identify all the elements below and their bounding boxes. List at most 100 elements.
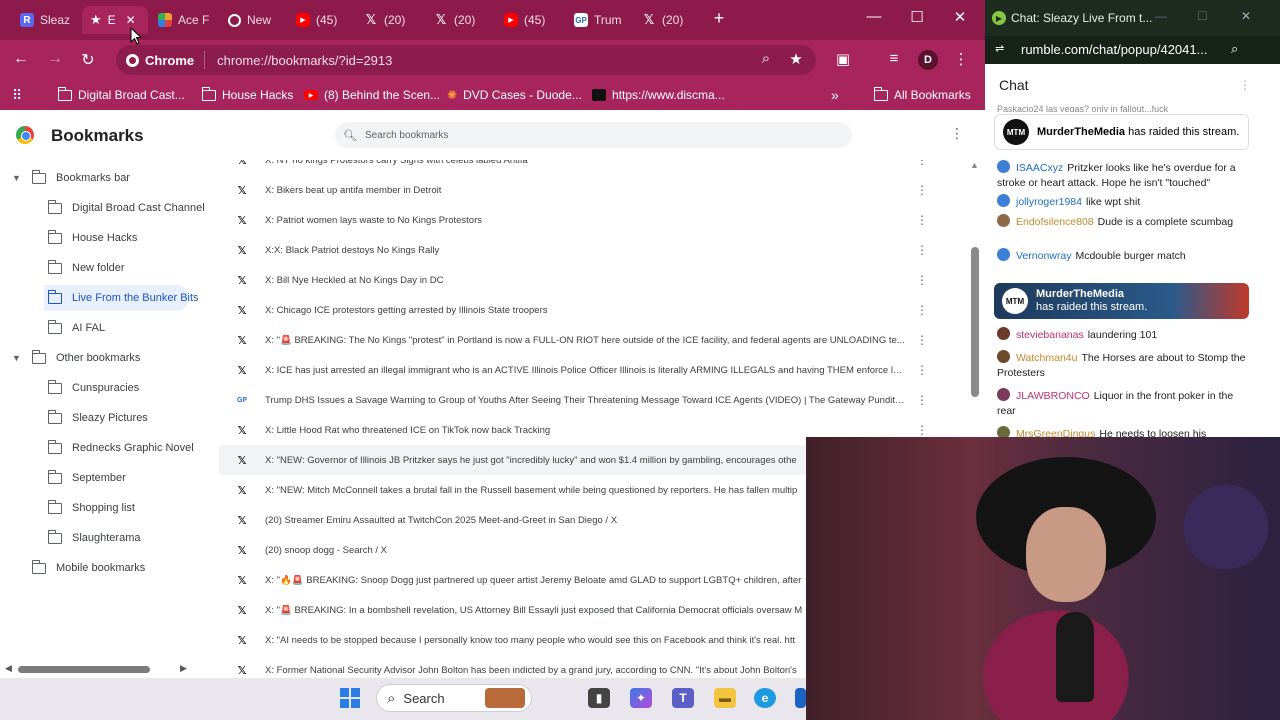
terminal-app-icon[interactable]: ▮ — [588, 688, 610, 708]
chat-username[interactable]: steviebananas — [1016, 329, 1084, 341]
search-icon[interactable]: ⌕ — [1231, 41, 1238, 57]
bookmark-discma[interactable]: https://www.discma... — [592, 86, 725, 104]
sidebar-scrollbar[interactable]: ◀ ▶ — [0, 662, 218, 676]
chat-username[interactable]: Endofsilence808 — [1016, 216, 1094, 228]
reload-button[interactable]: ↻ — [77, 50, 99, 70]
maximize-button[interactable]: ☐ — [905, 8, 929, 26]
tab-x-3[interactable]: 𝕏 (20) — [634, 6, 700, 34]
url-text: chrome://bookmarks/?id=2913 — [217, 52, 393, 68]
chat-username[interactable]: Watchman4u — [1016, 352, 1077, 364]
scroll-up-arrow[interactable]: ▲ — [970, 160, 979, 170]
bookmark-row[interactable]: 𝕏 X: Patriot women lays waste to No Kings… — [219, 205, 929, 235]
taskbar-search[interactable]: ⌕ Search — [376, 684, 532, 712]
tab-trump[interactable]: GP Trum — [566, 6, 632, 34]
back-button[interactable]: ← — [10, 50, 32, 68]
close-window-button[interactable]: ✕ — [1241, 9, 1251, 23]
apps-icon[interactable]: ⠿ — [12, 86, 22, 104]
sidebar-folder[interactable]: New folder — [0, 255, 210, 281]
more-actions-icon[interactable]: ⋮ — [916, 423, 928, 437]
more-actions-icon[interactable]: ⋮ — [916, 160, 928, 167]
sidebar-scroll-thumb[interactable] — [18, 666, 150, 673]
scroll-right-arrow[interactable]: ▶ — [180, 663, 187, 674]
sidebar-folder[interactable]: Live From the Bunker Bits — [44, 285, 199, 311]
bookmark-star-icon[interactable]: ★ — [785, 50, 807, 68]
bookmark-row[interactable]: 𝕏 X: NY no kings Protestors carry Signs w… — [219, 160, 929, 175]
copilot-app-icon[interactable]: ✦ — [630, 688, 652, 708]
chat-username[interactable]: JLAWBRONCO — [1016, 390, 1090, 402]
sidebar-folder[interactable]: Shopping list — [0, 495, 210, 521]
bookmark-row[interactable]: GP Trump DHS Issues a Savage Warning to G… — [219, 385, 929, 415]
organize-menu-icon[interactable]: ⋮ — [950, 125, 964, 142]
browser-toolbar: ← → ↻ Chrome chrome://bookmarks/?id=2913… — [0, 40, 985, 80]
sidebar-folder[interactable]: ▼ Other bookmarks — [0, 345, 210, 371]
more-actions-icon[interactable]: ⋮ — [916, 363, 928, 377]
more-actions-icon[interactable]: ⋮ — [916, 393, 928, 407]
bookmark-row[interactable]: 𝕏 X: "🚨 BREAKING: The No Kings "protest" … — [219, 325, 929, 355]
minimize-button[interactable]: — — [1155, 9, 1167, 23]
caret-down-icon[interactable]: ▼ — [12, 353, 22, 363]
search-bookmarks-input[interactable]: 🔍︎ Search bookmarks — [335, 122, 852, 148]
chat-menu-icon[interactable]: ⋮ — [1239, 78, 1251, 92]
bookmark-dvd-cases[interactable]: ✺ DVD Cases - Duode... — [447, 86, 582, 104]
tab-x-2[interactable]: 𝕏 (20) — [426, 6, 492, 34]
cast-icon[interactable]: ▣ — [832, 50, 854, 68]
chat-username[interactable]: ISAACxyz — [1016, 162, 1063, 174]
sidebar-folder[interactable]: Slaughterama — [0, 525, 210, 551]
tab-new[interactable]: New — [220, 6, 286, 34]
tab-youtube-1[interactable]: ▶ (45) — [288, 6, 354, 34]
menu-icon[interactable]: ⋮ — [950, 50, 972, 68]
close-window-button[interactable]: ✕ — [948, 8, 972, 26]
bookmark-house-hacks[interactable]: House Hacks — [201, 86, 293, 104]
sidebar-folder[interactable]: September — [0, 465, 210, 491]
windows-start-icon[interactable] — [340, 688, 360, 708]
media-icon[interactable]: ≡ — [883, 50, 905, 67]
tab-ace[interactable]: Ace F — [150, 6, 220, 34]
more-actions-icon[interactable]: ⋮ — [916, 183, 928, 197]
more-actions-icon[interactable]: ⋮ — [916, 213, 928, 227]
bookmark-behind-the-scenes[interactable]: ▶ (8) Behind the Scen... — [304, 86, 440, 104]
bookmark-digital-broad-cast[interactable]: Digital Broad Cast... — [57, 86, 185, 104]
sidebar-folder[interactable]: ▼ Bookmarks bar — [0, 165, 210, 191]
forward-button[interactable]: → — [44, 50, 66, 68]
sidebar-folder[interactable]: AI FAL — [0, 315, 210, 341]
maximize-button[interactable]: ☐ — [1197, 9, 1208, 23]
tab-x-1[interactable]: 𝕏 (20) — [356, 6, 422, 34]
sidebar-folder[interactable]: Cunspuracies — [0, 375, 210, 401]
sidebar-folder[interactable]: Mobile bookmarks — [0, 555, 210, 581]
chat-url-bar[interactable]: ⇌ rumble.com/chat/popup/42041... ⌕ — [985, 36, 1280, 64]
zoom-icon[interactable]: ⌕ — [755, 50, 777, 67]
more-actions-icon[interactable]: ⋮ — [916, 273, 928, 287]
sidebar-folder[interactable]: Rednecks Graphic Novel — [0, 435, 210, 461]
chat-username[interactable]: jollyroger1984 — [1016, 196, 1082, 208]
sidebar-folder[interactable]: House Hacks — [0, 225, 210, 251]
address-bar[interactable]: Chrome chrome://bookmarks/?id=2913 — [116, 45, 816, 75]
more-actions-icon[interactable]: ⋮ — [916, 243, 928, 257]
bookmark-row[interactable]: 𝕏 X: Bill Nye Heckled at No Kings Day in … — [219, 265, 929, 295]
file-explorer-icon[interactable]: ▬ — [714, 688, 736, 708]
list-scroll-thumb[interactable] — [971, 247, 979, 397]
bookmark-row[interactable]: 𝕏 X: Bikers beat up antifa member in Detr… — [219, 175, 929, 205]
tab-youtube-2[interactable]: ▶ (45) — [496, 6, 562, 34]
caret-down-icon[interactable]: ▼ — [12, 173, 22, 183]
bookmark-row[interactable]: 𝕏 X:X: Black Patriot destoys No Kings Ral… — [219, 235, 929, 265]
bookmark-title: X: "🚨 BREAKING: The No Kings "protest" i… — [265, 334, 905, 346]
teams-app-icon[interactable]: T — [672, 688, 694, 708]
more-actions-icon[interactable]: ⋮ — [916, 333, 928, 347]
close-tab-icon[interactable]: ✕ — [126, 13, 136, 27]
all-bookmarks-button[interactable]: All Bookmarks — [873, 86, 971, 104]
bookmark-row[interactable]: 𝕏 X: ICE has just arrested an illegal imm… — [219, 355, 929, 385]
profile-avatar[interactable]: D — [918, 50, 938, 70]
edge-app-icon[interactable]: e — [754, 688, 776, 708]
minimize-button[interactable]: — — [862, 8, 886, 25]
more-actions-icon[interactable]: ⋮ — [916, 303, 928, 317]
user-avatar-icon — [997, 388, 1010, 401]
new-tab-button[interactable]: + — [707, 8, 731, 29]
sidebar-folder[interactable]: Digital Broad Cast Channel — [0, 195, 210, 221]
tab-sleazy[interactable]: R Sleaz — [12, 6, 82, 34]
scroll-left-arrow[interactable]: ◀ — [5, 663, 12, 674]
chat-username[interactable]: Vernonwray — [1016, 250, 1071, 262]
sidebar-folder[interactable]: Sleazy Pictures — [0, 405, 210, 431]
taskbar-app-icon[interactable] — [795, 688, 806, 708]
bookmark-row[interactable]: 𝕏 X: Chicago ICE protestors getting arres… — [219, 295, 929, 325]
more-bookmarks-icon[interactable]: » — [831, 86, 839, 104]
